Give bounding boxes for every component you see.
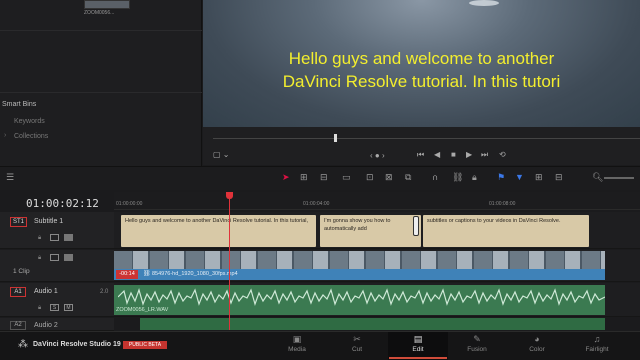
page-tab-label: Fairlight xyxy=(585,346,609,353)
page-tab-edit[interactable]: ▤ Edit xyxy=(388,332,448,360)
audio2-clip[interactable] xyxy=(140,318,605,330)
subtitle-clip[interactable]: Hello guys and welcome to another DaVinc… xyxy=(121,215,316,247)
zoom-full-icon[interactable]: ⊞ xyxy=(535,172,543,183)
loop-icon[interactable]: ⟲ xyxy=(499,150,506,159)
trim-cursor-handle[interactable] xyxy=(413,216,419,236)
timeline-timecode[interactable]: 01:00:02:12 xyxy=(26,197,99,210)
overwrite-clip-icon[interactable]: ⊠ xyxy=(385,172,393,183)
subtitle-clip[interactable]: subtitles or captions to your videos in … xyxy=(423,215,589,247)
edit-page-icon: ▤ xyxy=(413,334,423,344)
zoom-detail-icon[interactable]: ⊟ xyxy=(555,172,563,183)
selection-tool-icon[interactable]: ➤ xyxy=(282,172,290,183)
timeline-playhead[interactable] xyxy=(229,194,230,330)
lock-track-icon[interactable]: 🔒︎ xyxy=(38,305,41,312)
jog-dots-icon[interactable]: ‹ ● › xyxy=(370,151,385,160)
page-tab-label: Cut xyxy=(351,346,363,353)
audio1-track-tag[interactable]: A1 xyxy=(10,287,26,297)
viewer-scrubber[interactable] xyxy=(213,138,640,139)
viewer-playhead-marker[interactable] xyxy=(334,134,337,142)
clip-thumbnail[interactable] xyxy=(84,0,130,9)
timeline-options-icon[interactable]: ☰ xyxy=(6,172,14,183)
safe-area-icon[interactable]: ▢ ⌄ xyxy=(213,150,229,159)
lock-track-icon[interactable]: 🔒︎ xyxy=(38,235,41,242)
fusion-page-icon: ✎ xyxy=(473,334,481,344)
go-to-end-icon[interactable]: ⏭ xyxy=(481,150,488,160)
zoom-slider[interactable] xyxy=(604,177,634,179)
page-tab-cut[interactable]: ✂ Cut xyxy=(327,332,387,360)
audio2-track-name[interactable]: Audio 2 xyxy=(34,322,58,329)
replace-clip-icon[interactable]: ⧉ xyxy=(405,172,411,183)
linked-selection-icon[interactable]: ⛓ xyxy=(452,172,463,183)
media-page-icon: ▣ xyxy=(292,334,302,344)
clip-thumbnail-name: ZOOM0056... xyxy=(84,10,115,16)
marker-icon[interactable]: ▼ xyxy=(515,172,524,182)
page-tab-label: Color xyxy=(529,346,545,353)
video-clip-name: 854976-hd_1920_1080_30fps.mp4 xyxy=(152,271,238,277)
subtitle-track-name[interactable]: Subtitle 1 xyxy=(34,218,63,225)
color-page-icon: ◕ xyxy=(534,334,540,344)
insert-clip-icon[interactable]: ⊡ xyxy=(366,172,374,183)
blade-tool-icon[interactable]: ▭ xyxy=(342,172,351,183)
caption-toggle-icon[interactable] xyxy=(50,234,59,241)
page-tab-media[interactable]: ▣ Media xyxy=(267,332,327,360)
audio2-track-tag[interactable]: A2 xyxy=(10,321,26,330)
flag-icon[interactable]: ⚑ xyxy=(497,172,505,183)
timeline-playhead-handle[interactable] xyxy=(226,192,233,199)
page-tab-fairlight[interactable]: ♫ Fairlight xyxy=(567,332,627,360)
cut-page-icon: ✂ xyxy=(353,334,361,344)
audio1-track-name[interactable]: Audio 1 xyxy=(34,288,58,295)
ruler-label: 01:00:04:00 xyxy=(303,201,330,207)
page-tab-label: Fusion xyxy=(467,346,487,353)
mute-button[interactable]: M xyxy=(64,304,73,311)
audio-waveform xyxy=(118,288,605,306)
dynamic-trim-icon[interactable]: ⊟ xyxy=(320,172,328,183)
track-enable-icon[interactable] xyxy=(64,234,73,241)
stop-icon[interactable]: ■ xyxy=(451,150,456,159)
app-name: DaVinci Resolve Studio 19 xyxy=(33,341,121,348)
lock-track-icon[interactable]: 🔒︎ xyxy=(38,255,41,262)
ruler-label: 01:00:00:00 xyxy=(116,201,143,207)
audio-clip-name: ZOOM0056_LR.WAV xyxy=(116,307,169,313)
go-to-start-icon[interactable]: ⏮ xyxy=(417,150,424,160)
subtitle-overlay: Hello guys and welcome to another DaVinc… xyxy=(203,47,640,93)
page-tab-label: Edit xyxy=(412,346,424,353)
ruler-label: 01:00:08:00 xyxy=(489,201,516,207)
media-pool-panel xyxy=(0,0,202,166)
public-beta-badge: PUBLIC BETA xyxy=(123,341,167,349)
position-lock-icon[interactable]: 🔒︎ xyxy=(472,172,477,183)
chevron-right-icon[interactable]: › xyxy=(4,132,6,139)
link-icon: ⛓ xyxy=(143,271,151,277)
play-icon[interactable]: ▶ xyxy=(466,150,472,159)
video-track-clip-count: 1 Clip xyxy=(13,268,30,275)
smart-bin-collections[interactable]: Collections xyxy=(14,133,48,140)
solo-button[interactable]: S xyxy=(50,304,59,311)
page-tab-label: Media xyxy=(288,346,306,353)
page-tab-color[interactable]: ◕ Color xyxy=(507,332,567,360)
audio1-track-level: 2.0 xyxy=(100,289,109,295)
active-page-indicator xyxy=(389,357,447,359)
subtitle-overlay-line1: Hello guys and welcome to another xyxy=(288,49,555,68)
play-reverse-icon[interactable]: ◀ xyxy=(434,150,440,159)
track-enable-icon[interactable] xyxy=(64,254,73,261)
trim-tool-icon[interactable]: ⊞ xyxy=(300,172,308,183)
timeline-ruler[interactable] xyxy=(114,192,640,210)
video-clip-thumbnails[interactable] xyxy=(114,251,605,270)
auto-track-icon[interactable] xyxy=(50,254,59,261)
video-clip-offset-badge: -00:14 xyxy=(116,270,138,279)
panel-divider xyxy=(0,30,202,31)
subtitle-clip[interactable]: I'm gonna show you how to automatically … xyxy=(320,215,421,247)
subtitle-track-tag[interactable]: ST1 xyxy=(10,217,27,227)
subtitle-overlay-line2: DaVinci Resolve tutorial. In this tutori xyxy=(282,72,561,91)
fairlight-page-icon: ♫ xyxy=(593,334,601,344)
zoom-icon[interactable]: 🔍︎ xyxy=(592,172,603,183)
davinci-logo-icon: ⁂ xyxy=(18,339,28,350)
snapping-icon[interactable]: ∩ xyxy=(432,172,438,182)
page-tab-fusion[interactable]: ✎ Fusion xyxy=(447,332,507,360)
boat-image xyxy=(469,0,499,6)
smart-bin-keywords[interactable]: Keywords xyxy=(14,118,45,125)
panel-divider xyxy=(0,92,202,93)
smart-bins-title[interactable]: Smart Bins xyxy=(2,101,36,108)
